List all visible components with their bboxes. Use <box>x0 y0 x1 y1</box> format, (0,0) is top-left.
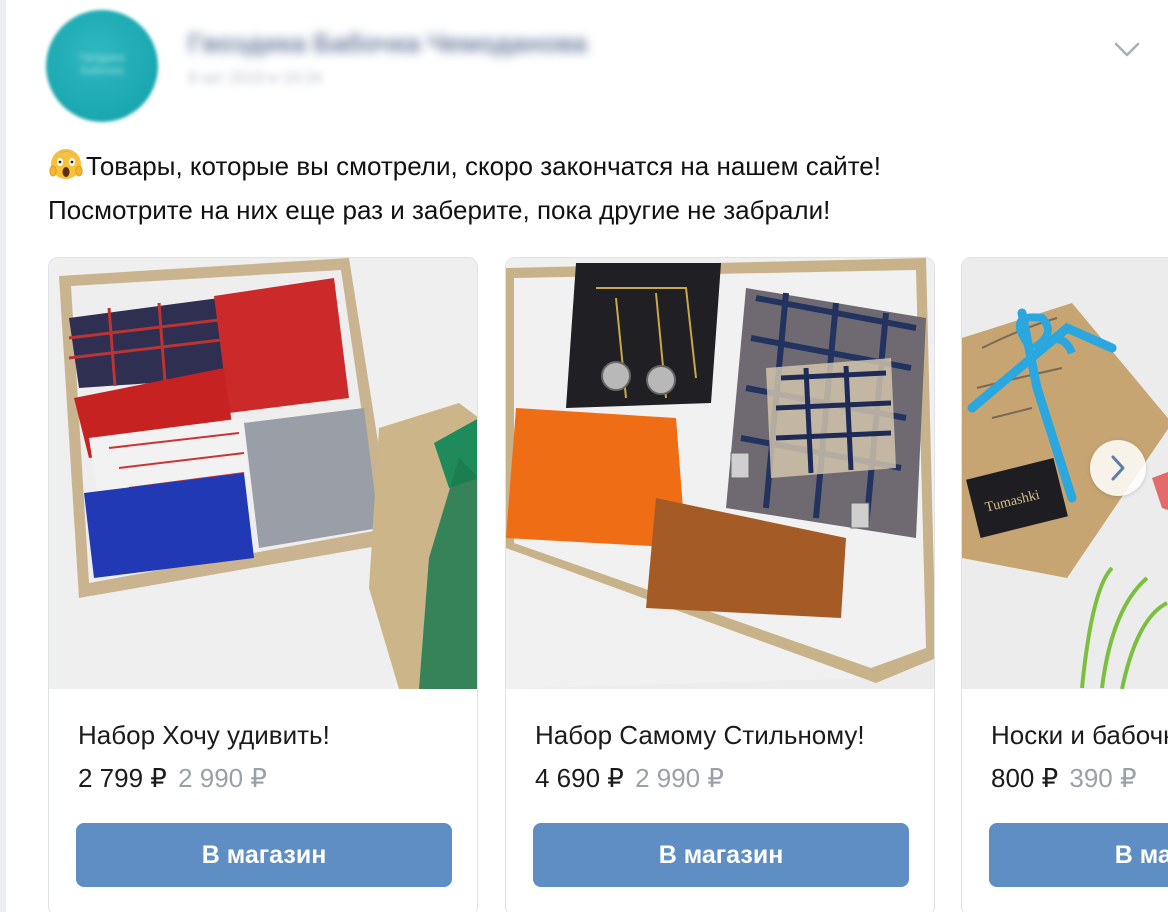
post-author[interactable]: Гвоздика Бабочка Чемоданова <box>188 28 587 59</box>
product-card[interactable]: Набор Хочу удивить! 2 799 ₽ 2 990 ₽ В ма… <box>48 257 478 912</box>
product-title[interactable]: Набор Хочу удивить! <box>78 720 330 751</box>
product-price: 4 690 ₽ 2 990 ₽ <box>535 763 724 794</box>
avatar-text: Гвоздика Бабочка <box>79 52 125 77</box>
post-text: Товары, которые вы смотрели, скоро закон… <box>48 144 881 232</box>
to-shop-button[interactable]: В магазин <box>533 823 909 887</box>
product-price: 800 ₽ 390 ₽ <box>991 763 1137 794</box>
price-current: 2 799 ₽ <box>78 763 167 793</box>
chevron-down-icon[interactable] <box>1112 34 1142 64</box>
product-price: 2 799 ₽ 2 990 ₽ <box>78 763 267 794</box>
carousel-next-button[interactable] <box>1090 440 1146 496</box>
product-carousel: Набор Хочу удивить! 2 799 ₽ 2 990 ₽ В ма… <box>48 257 1168 912</box>
post-date[interactable]: 8 окт 2019 в 10:24 <box>188 70 322 88</box>
post-text-line-1: Товары, которые вы смотрели, скоро закон… <box>48 144 881 188</box>
price-old: 2 990 ₽ <box>635 763 724 793</box>
price-current: 800 ₽ <box>991 763 1059 793</box>
to-shop-button[interactable]: В магазин <box>989 823 1168 887</box>
price-old: 2 990 ₽ <box>178 763 267 793</box>
to-shop-button[interactable]: В магазин <box>76 823 452 887</box>
product-photo[interactable] <box>506 258 935 689</box>
product-card[interactable]: Набор Самому Стильному! 4 690 ₽ 2 990 ₽ … <box>505 257 935 912</box>
product-title[interactable]: Носки и бабочка <box>991 720 1168 751</box>
price-current: 4 690 ₽ <box>535 763 624 793</box>
page-edge <box>0 0 6 912</box>
product-title[interactable]: Набор Самому Стильному! <box>535 720 865 751</box>
product-photo[interactable] <box>49 258 478 689</box>
chevron-right-icon <box>1111 455 1125 481</box>
face-screaming-in-fear-icon <box>49 149 83 179</box>
price-old: 390 ₽ <box>1069 763 1137 793</box>
post-text-line-2: Посмотрите на них еще раз и заберите, по… <box>48 195 831 225</box>
post-text-line-1-content: Товары, которые вы смотрели, скоро закон… <box>86 151 881 181</box>
product-card[interactable]: Tumashki Носки и бабочка 800 ₽ 390 ₽ В м… <box>961 257 1168 912</box>
avatar[interactable]: Гвоздика Бабочка <box>46 10 158 122</box>
